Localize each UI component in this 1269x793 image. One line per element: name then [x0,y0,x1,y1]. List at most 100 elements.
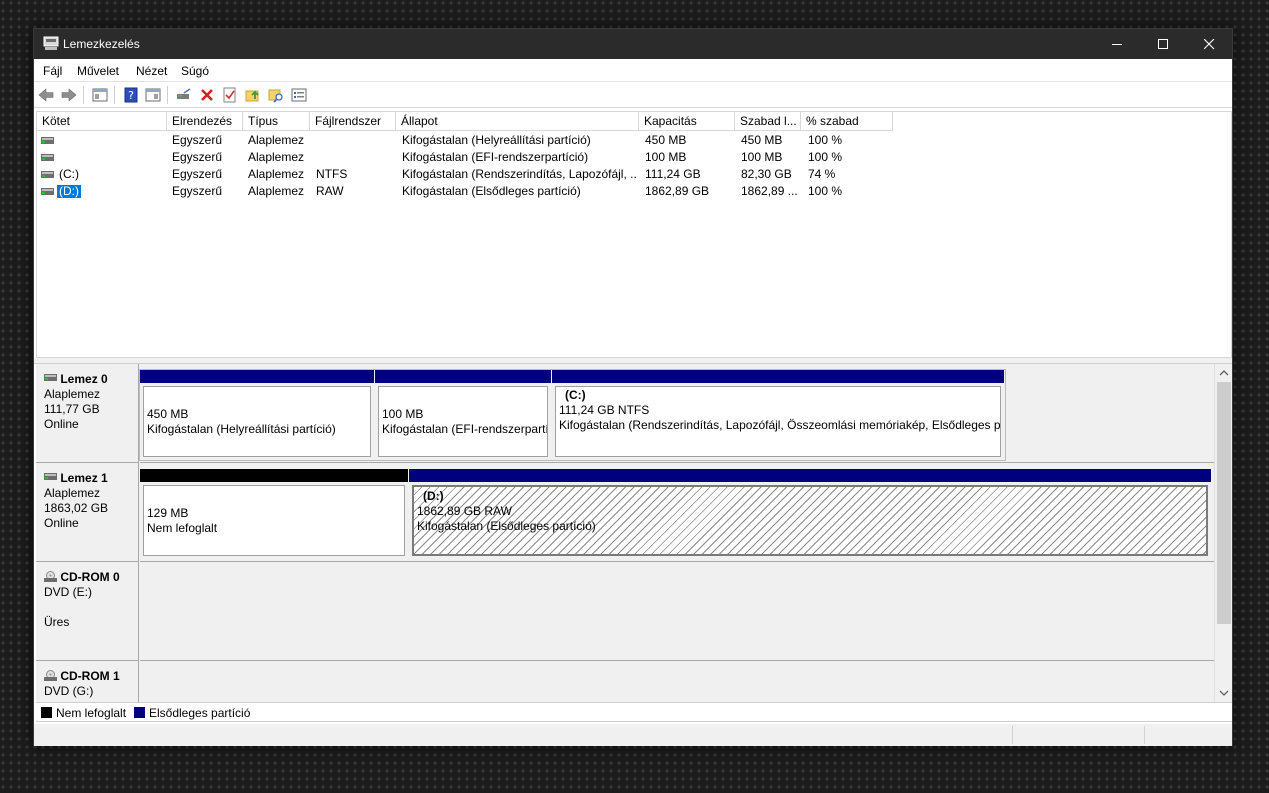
cell-status: Kifogástalan (Helyreállítási partíció) [402,134,591,147]
cdrom-0-name: CD-ROM 0 [44,570,138,585]
search-folder-icon[interactable] [267,86,285,104]
table-row[interactable]: (C:) Egyszerű Alaplemez NTFS Kifogástala… [37,166,1231,183]
disk-1-name: Lemez 1 [44,471,138,486]
vertical-scrollbar[interactable] [1214,364,1232,702]
minimize-icon [1112,44,1122,45]
column-header-capacity[interactable]: Kapacitás [639,112,735,131]
disk-0-label[interactable]: Lemez 0 Alaplemez 111,77 GB Online [36,364,139,463]
minimize-button[interactable] [1094,29,1140,59]
cell-type: Alaplemez [248,168,305,181]
cell-free-space: 450 MB [741,134,783,147]
partition-recovery[interactable]: 450 MB Kifogástalan (Helyreállítási part… [140,370,374,460]
scroll-down-arrow-icon[interactable] [1215,686,1232,700]
maximize-button[interactable] [1140,29,1186,59]
close-icon [1204,39,1215,50]
legend-label-primary: Elsődleges partíció [149,706,251,720]
toolbar-separator [167,86,168,104]
svg-text:?: ? [128,89,134,102]
column-header-volume[interactable]: Kötet [37,112,167,131]
title-bar[interactable]: Lemezkezelés [34,29,1232,59]
cdrom-0-label[interactable]: CD-ROM 0 DVD (E:) Üres [36,562,139,661]
partition-c[interactable]: (C:) 111,24 GB NTFS Kifogástalan (Rendsz… [552,370,1004,460]
cell-volume: (C:) [59,168,79,181]
cdrom-0-name-text: CD-ROM 0 [60,570,120,584]
back-arrow-icon[interactable] [37,86,55,104]
partition-body: (D:) 1862,89 GB RAW Kifogástalan (Elsődl… [412,485,1208,556]
forward-arrow-icon[interactable] [60,86,78,104]
cell-free-space: 100 MB [741,151,783,164]
cell-percent-free: 100 % [808,151,843,164]
console-tree-icon[interactable] [91,86,109,104]
cell-percent-free: 74 % [808,168,836,181]
cell-free-space: 1862,89 ... [741,185,798,198]
volume-list: Kötet Elrendezés Típus Fájlrendszer Álla… [36,111,1232,358]
scroll-up-arrow-icon[interactable] [1215,366,1232,380]
column-header-status[interactable]: Állapot [396,112,639,131]
cdrom-1-kind: DVD (G:) [44,684,94,698]
legend-swatch-unallocated [41,707,52,718]
cdrom-1-name: CD-ROM 1 [44,669,138,684]
table-row[interactable]: Egyszerű Alaplemez Kifogástalan (EFI-ren… [37,149,1231,166]
cell-status: Kifogástalan (EFI-rendszerpartíció) [402,151,589,164]
cell-capacity: 450 MB [645,134,687,147]
disk-graphical-view: Lemez 0 Alaplemez 111,77 GB Online 450 M… [36,364,1232,702]
scrollbar-thumb[interactable] [1217,382,1231,624]
partition-efi[interactable]: 100 MB Kifogástalan (EFI-rendszerpartíci… [375,370,551,460]
cell-capacity: 111,24 GB [645,168,701,181]
cdrom-1-label[interactable]: CD-ROM 1 DVD (G:) [36,661,139,702]
column-header-percent-free[interactable]: % szabad [801,112,893,131]
disk-0-name-text: Lemez 0 [60,372,108,386]
partition-title: (D:) [423,489,444,503]
status-bar [34,724,1232,746]
menu-help[interactable]: Súgó [181,64,209,78]
cell-capacity: 1862,89 GB [645,185,710,198]
menu-file[interactable]: Fájl [43,64,62,78]
disk-management-app-icon [43,36,59,50]
disk-0-state: Online [44,417,79,431]
column-header-free-space[interactable]: Szabad l... [735,112,801,131]
menu-action[interactable]: Művelet [77,64,119,78]
disk-0-size: 111,77 GB [44,402,100,416]
cell-status: Kifogástalan (Elsődleges partíció) [402,185,581,198]
legend-swatch-primary [134,707,145,718]
cell-percent-free: 100 % [808,134,843,147]
column-header-type[interactable]: Típus [243,112,310,131]
help-icon[interactable]: ? [122,86,140,104]
cell-volume: (D:) [57,185,81,198]
column-header-layout[interactable]: Elrendezés [167,112,243,131]
cell-type: Alaplemez [248,134,305,147]
cdrom-0-area [140,562,1214,661]
list-view-icon[interactable] [290,86,308,104]
disk-management-window: Lemezkezelés Fájl Művelet Nézet Súgó ? K… [33,28,1233,746]
cell-type: Alaplemez [248,185,305,198]
disk-1-size: 1863,02 GB [44,501,109,515]
cell-layout: Egyszerű [172,134,223,147]
cdrom-0-spacer [44,600,138,615]
partition-size: 450 MB [147,407,189,421]
disk-1-name-text: Lemez 1 [60,471,108,485]
status-bar-separator [1012,726,1013,744]
connect-drive-icon[interactable] [175,86,193,104]
folder-up-icon[interactable] [244,86,262,104]
partition-size: 129 MB [147,506,189,520]
partition-size: 1862,89 GB RAW [417,504,512,518]
partition-d-selected[interactable]: (D:) 1862,89 GB RAW Kifogástalan (Elsődl… [409,469,1211,559]
disk-1-kind: Alaplemez [44,486,101,500]
close-button[interactable] [1186,29,1232,59]
properties-panel-icon[interactable] [144,86,162,104]
disk-1-label[interactable]: Lemez 1 Alaplemez 1863,02 GB Online [36,463,139,562]
maximize-icon [1158,39,1168,49]
table-row[interactable]: Egyszerű Alaplemez Kifogástalan (Helyreá… [37,132,1231,149]
check-properties-icon[interactable] [221,86,239,104]
partition-body: 129 MB Nem lefoglalt [143,485,405,556]
menu-view[interactable]: Nézet [136,64,167,78]
delete-icon[interactable] [198,86,216,104]
partition-title: (C:) [565,388,586,402]
partition-size: 100 MB [382,407,424,421]
partition-body: 450 MB Kifogástalan (Helyreállítási part… [143,386,371,457]
disk-icon [44,473,57,480]
column-header-filesystem[interactable]: Fájlrendszer [310,112,396,131]
disk-0-kind: Alaplemez [44,387,101,401]
partition-unallocated[interactable]: 129 MB Nem lefoglalt [140,469,408,559]
table-row-selected[interactable]: (D:) Egyszerű Alaplemez RAW Kifogástalan… [37,183,1231,200]
